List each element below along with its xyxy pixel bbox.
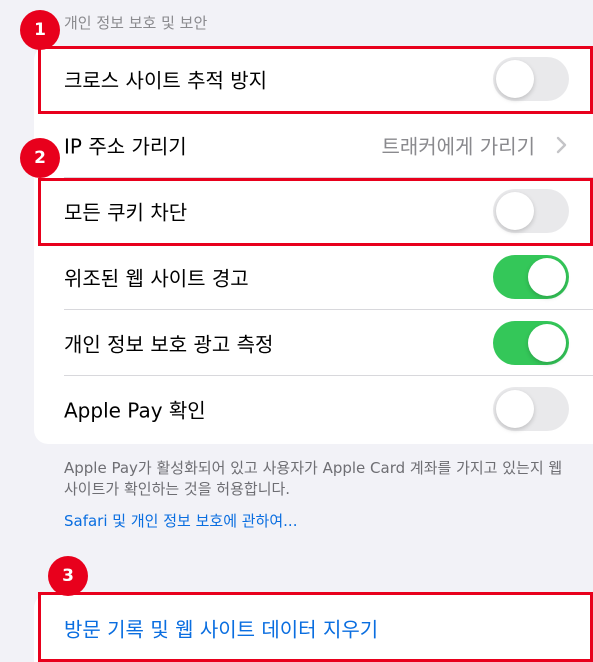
row-label: 위조된 웹 사이트 경고 — [64, 266, 249, 291]
highlight-box-3 — [38, 592, 593, 662]
safari-privacy-link[interactable]: Safari 및 개인 정보 보호에 관하여... — [64, 510, 297, 531]
footer-description: Apple Pay가 활성화되어 있고 사용자가 Apple Card 계좌를 … — [64, 459, 563, 498]
highlight-box-1 — [38, 46, 593, 114]
row-fraudulent-website-warning[interactable]: 위조된 웹 사이트 경고 — [34, 244, 593, 310]
privacy-ad-measurement-toggle[interactable] — [493, 321, 569, 365]
row-value: 트래커에게 가리기 — [381, 134, 535, 159]
row-hide-ip[interactable]: IP 주소 가리기 트래커에게 가리기 — [34, 112, 593, 178]
toggle-knob — [528, 258, 566, 296]
settings-page: 개인 정보 보호 및 보안 크로스 사이트 추적 방지 IP 주소 가리기 트래… — [0, 0, 593, 662]
row-privacy-ad-measurement[interactable]: 개인 정보 보호 광고 측정 — [34, 310, 593, 376]
section-header: 개인 정보 보호 및 보안 — [64, 14, 208, 32]
row-apple-pay-check[interactable]: Apple Pay 확인 — [34, 376, 593, 442]
highlight-box-2 — [38, 178, 593, 246]
annotation-badge-1: 1 — [20, 10, 60, 50]
row-label: Apple Pay 확인 — [64, 398, 206, 423]
fraudulent-website-warning-toggle[interactable] — [493, 255, 569, 299]
annotation-badge-2: 2 — [20, 138, 60, 178]
annotation-badge-3: 3 — [48, 556, 88, 596]
row-label: 개인 정보 보호 광고 측정 — [64, 332, 274, 357]
row-label: IP 주소 가리기 — [64, 134, 187, 159]
apple-pay-check-toggle[interactable] — [493, 387, 569, 431]
toggle-knob — [528, 324, 566, 362]
chevron-right-icon — [556, 136, 567, 154]
toggle-knob — [496, 390, 534, 428]
